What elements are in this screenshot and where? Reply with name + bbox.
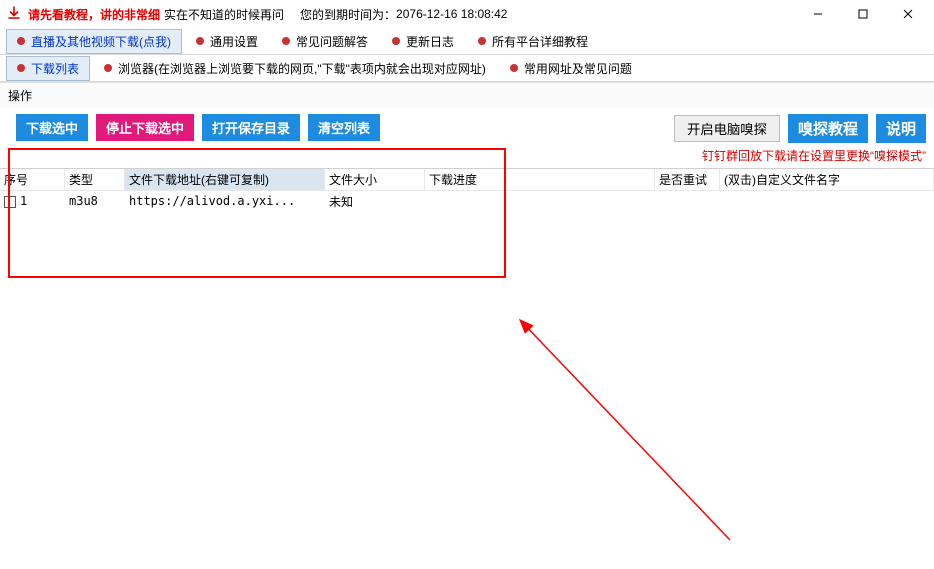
tab-faq[interactable]: 常见问题解答 (272, 30, 378, 53)
table-row[interactable]: 1 m3u8 https://alivod.a.yxi... 未知 (0, 191, 934, 211)
titlebar: 请先看教程，讲的非常细 实在不知道的时候再问 您的到期时间为： 2076-12-… (0, 0, 934, 28)
title-black-text: 实在不知道的时候再问 (164, 6, 284, 23)
stop-selected-button[interactable]: 停止下载选中 (96, 114, 194, 141)
tab-label: 常见问题解答 (296, 33, 368, 50)
download-table: 序号 类型 文件下载地址(右键可复制) 文件大小 下载进度 是否重试 (双击)自… (0, 168, 934, 211)
dot-icon (282, 37, 290, 45)
tab-general-settings[interactable]: 通用设置 (186, 30, 268, 53)
clear-list-button[interactable]: 清空列表 (308, 114, 380, 141)
cell-url: https://alivod.a.yxi... (125, 194, 325, 208)
tab-label: 浏览器(在浏览器上浏览要下载的网页,"下载"表项内就会出现对应网址) (118, 60, 486, 77)
th-url[interactable]: 文件下载地址(右键可复制) (125, 169, 325, 191)
th-progress[interactable]: 下载进度 (425, 169, 655, 191)
tab-label: 常用网址及常见问题 (524, 60, 632, 77)
tab-label: 直播及其他视频下载(点我) (31, 33, 171, 50)
minimize-button[interactable] (795, 0, 840, 28)
download-selected-button[interactable]: 下载选中 (16, 114, 88, 141)
th-idx[interactable]: 序号 (0, 169, 65, 191)
dot-icon (104, 64, 112, 72)
th-size[interactable]: 文件大小 (325, 169, 425, 191)
subtab-download-list[interactable]: 下载列表 (6, 56, 90, 81)
th-rename[interactable]: (双击)自定义文件名字 (720, 169, 934, 191)
expire-label: 您的到期时间为： (300, 6, 396, 23)
maximize-button[interactable] (840, 0, 885, 28)
idx-value: 1 (20, 194, 27, 208)
dot-icon (17, 37, 25, 45)
window-controls (795, 0, 930, 28)
dot-icon (17, 64, 25, 72)
subtab-browser[interactable]: 浏览器(在浏览器上浏览要下载的网页,"下载"表项内就会出现对应网址) (94, 57, 496, 80)
dot-icon (196, 37, 204, 45)
tab-all-tutorials[interactable]: 所有平台详细教程 (468, 30, 598, 53)
dot-icon (510, 64, 518, 72)
action-row: 下载选中 停止下载选中 打开保存目录 清空列表 开启电脑嗅探 嗅探教程 说明 钉… (0, 108, 934, 168)
app-icon (6, 6, 22, 22)
cell-idx: 1 (0, 194, 65, 208)
close-button[interactable] (885, 0, 930, 28)
tab-changelog[interactable]: 更新日志 (382, 30, 464, 53)
table-header-row: 序号 类型 文件下载地址(右键可复制) 文件大小 下载进度 是否重试 (双击)自… (0, 169, 934, 191)
row-checkbox[interactable] (4, 196, 16, 208)
tab-label: 更新日志 (406, 33, 454, 50)
sub-tabs: 下载列表 浏览器(在浏览器上浏览要下载的网页,"下载"表项内就会出现对应网址) … (0, 54, 934, 82)
open-save-dir-button[interactable]: 打开保存目录 (202, 114, 300, 141)
dot-icon (392, 37, 400, 45)
expire-value: 2076-12-16 18:08:42 (396, 7, 507, 21)
instructions-button[interactable]: 说明 (876, 114, 926, 143)
tab-label: 下载列表 (31, 60, 79, 77)
enable-sniffer-button[interactable]: 开启电脑嗅探 (674, 115, 780, 142)
section-header: 操作 (0, 82, 934, 108)
sniffer-tutorial-button[interactable]: 嗅探教程 (788, 114, 868, 143)
th-type[interactable]: 类型 (65, 169, 125, 191)
th-retry[interactable]: 是否重试 (655, 169, 720, 191)
tab-label: 通用设置 (210, 33, 258, 50)
cell-size: 未知 (325, 193, 425, 210)
tab-label: 所有平台详细教程 (492, 33, 588, 50)
main-tabs: 直播及其他视频下载(点我) 通用设置 常见问题解答 更新日志 所有平台详细教程 (0, 28, 934, 54)
title-red-text: 请先看教程，讲的非常细 (28, 6, 160, 23)
cell-type: m3u8 (65, 194, 125, 208)
dot-icon (478, 37, 486, 45)
subtab-common-urls[interactable]: 常用网址及常见问题 (500, 57, 642, 80)
sniffer-mode-tip: 钉钉群回放下载请在设置里更换“嗅探模式” (702, 147, 926, 164)
tab-live-download[interactable]: 直播及其他视频下载(点我) (6, 29, 182, 54)
